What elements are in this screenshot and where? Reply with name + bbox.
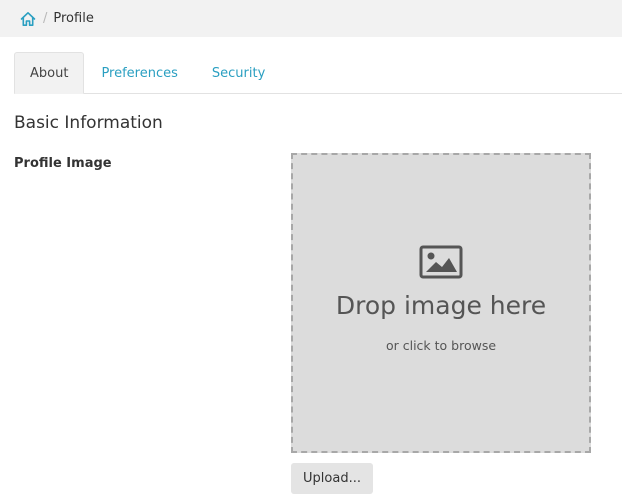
profile-image-label: Profile Image: [14, 156, 112, 171]
drop-text: Drop image here: [335, 291, 547, 320]
image-dropzone[interactable]: Drop image here or click to browse: [291, 153, 591, 453]
tab-security[interactable]: Security: [195, 52, 282, 94]
image-icon: [419, 245, 463, 283]
breadcrumb-separator: /: [43, 11, 48, 26]
tab-bar: About Preferences Security: [14, 52, 622, 94]
tab-about[interactable]: About: [14, 52, 85, 94]
drop-subtext: or click to browse: [385, 338, 497, 353]
section-title: Basic Information: [14, 113, 163, 133]
breadcrumb-current: Profile: [53, 11, 94, 26]
breadcrumb: / Profile: [0, 0, 622, 37]
upload-button[interactable]: Upload...: [291, 463, 373, 494]
home-icon[interactable]: [19, 10, 37, 28]
tab-preferences[interactable]: Preferences: [84, 52, 194, 94]
